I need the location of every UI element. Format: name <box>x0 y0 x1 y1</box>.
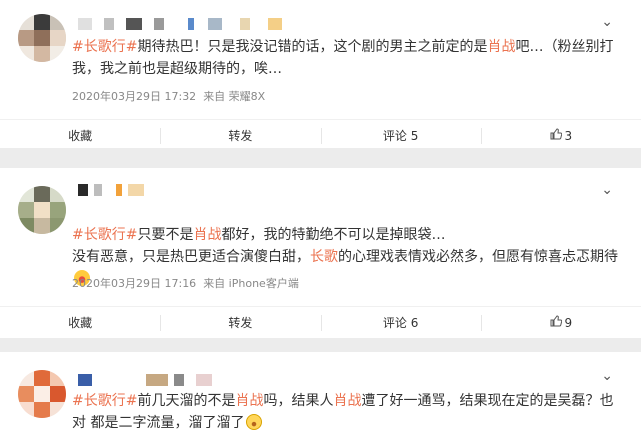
topic-tag[interactable]: #长歌行# <box>72 393 137 409</box>
mention-link[interactable]: 肖战 <box>235 393 263 409</box>
topic-tag[interactable]: #长歌行# <box>72 39 137 55</box>
post-text: #长歌行#前几天溜的不是肖战吗，结果人肖战遭了好一通骂，结果现在定的是吴磊？也对… <box>72 393 614 431</box>
collect-button[interactable]: 收藏 <box>0 307 160 338</box>
post-text: #长歌行#期待热巴！只是我没记错的话，这个剧的男主之前定的是肖战吧…（粉丝别打我… <box>72 39 614 77</box>
timestamp[interactable]: 2020年03月29日 17:16 <box>72 277 196 290</box>
weibo-post: ⌄ #长歌行#前几天溜的不是肖战吗，结果人肖战遭了好一通骂，结果现在定的是吴磊？… <box>0 352 641 443</box>
like-button[interactable]: 3 <box>480 120 641 151</box>
mention-link[interactable]: 肖战 <box>333 393 361 409</box>
post-source: 来自 iPhone客户端 <box>203 277 299 290</box>
timestamp[interactable]: 2020年03月29日 17:32 <box>72 90 196 103</box>
post-meta: 2020年03月29日 17:32 来自 荣耀8X <box>72 88 265 104</box>
avatar[interactable] <box>18 14 66 62</box>
comment-button[interactable]: 评论 6 <box>320 307 481 338</box>
thumbs-up-icon <box>550 315 562 330</box>
comment-button[interactable]: 评论 5 <box>320 120 481 151</box>
avatar[interactable] <box>18 370 66 418</box>
chevron-down-icon[interactable]: ⌄ <box>601 182 613 198</box>
thumbs-up-icon <box>550 128 562 143</box>
username[interactable] <box>78 18 298 30</box>
weibo-post: ⌄ #长歌行#期待热巴！只是我没记错的话，这个剧的男主之前定的是肖战吧…（粉丝别… <box>0 0 641 148</box>
smirk-face-icon <box>246 414 263 430</box>
weibo-post: ⌄ #长歌行#只要不是肖战都好，我的特勤绝不可以是掉眼袋… 没有恶意，只是热巴更… <box>0 168 641 338</box>
collect-button[interactable]: 收藏 <box>0 120 160 151</box>
username[interactable] <box>78 374 238 386</box>
action-bar: 收藏 转发 评论 6 9 <box>0 306 641 338</box>
chevron-down-icon[interactable]: ⌄ <box>601 14 613 30</box>
avatar[interactable] <box>18 186 66 234</box>
topic-tag[interactable]: #长歌行# <box>72 227 137 243</box>
forward-button[interactable]: 转发 <box>160 120 320 151</box>
mention-link[interactable]: 肖战 <box>193 227 221 243</box>
post-meta: 2020年03月29日 17:16 来自 iPhone客户端 <box>72 275 299 291</box>
mention-link[interactable]: 肖战 <box>487 39 515 55</box>
forward-button[interactable]: 转发 <box>160 307 320 338</box>
keyword-link[interactable]: 长歌 <box>310 249 338 265</box>
action-bar: 收藏 转发 评论 5 3 <box>0 119 641 151</box>
username[interactable] <box>78 184 218 196</box>
chevron-down-icon[interactable]: ⌄ <box>601 368 613 384</box>
like-button[interactable]: 9 <box>480 307 641 338</box>
post-source: 来自 荣耀8X <box>203 90 266 103</box>
